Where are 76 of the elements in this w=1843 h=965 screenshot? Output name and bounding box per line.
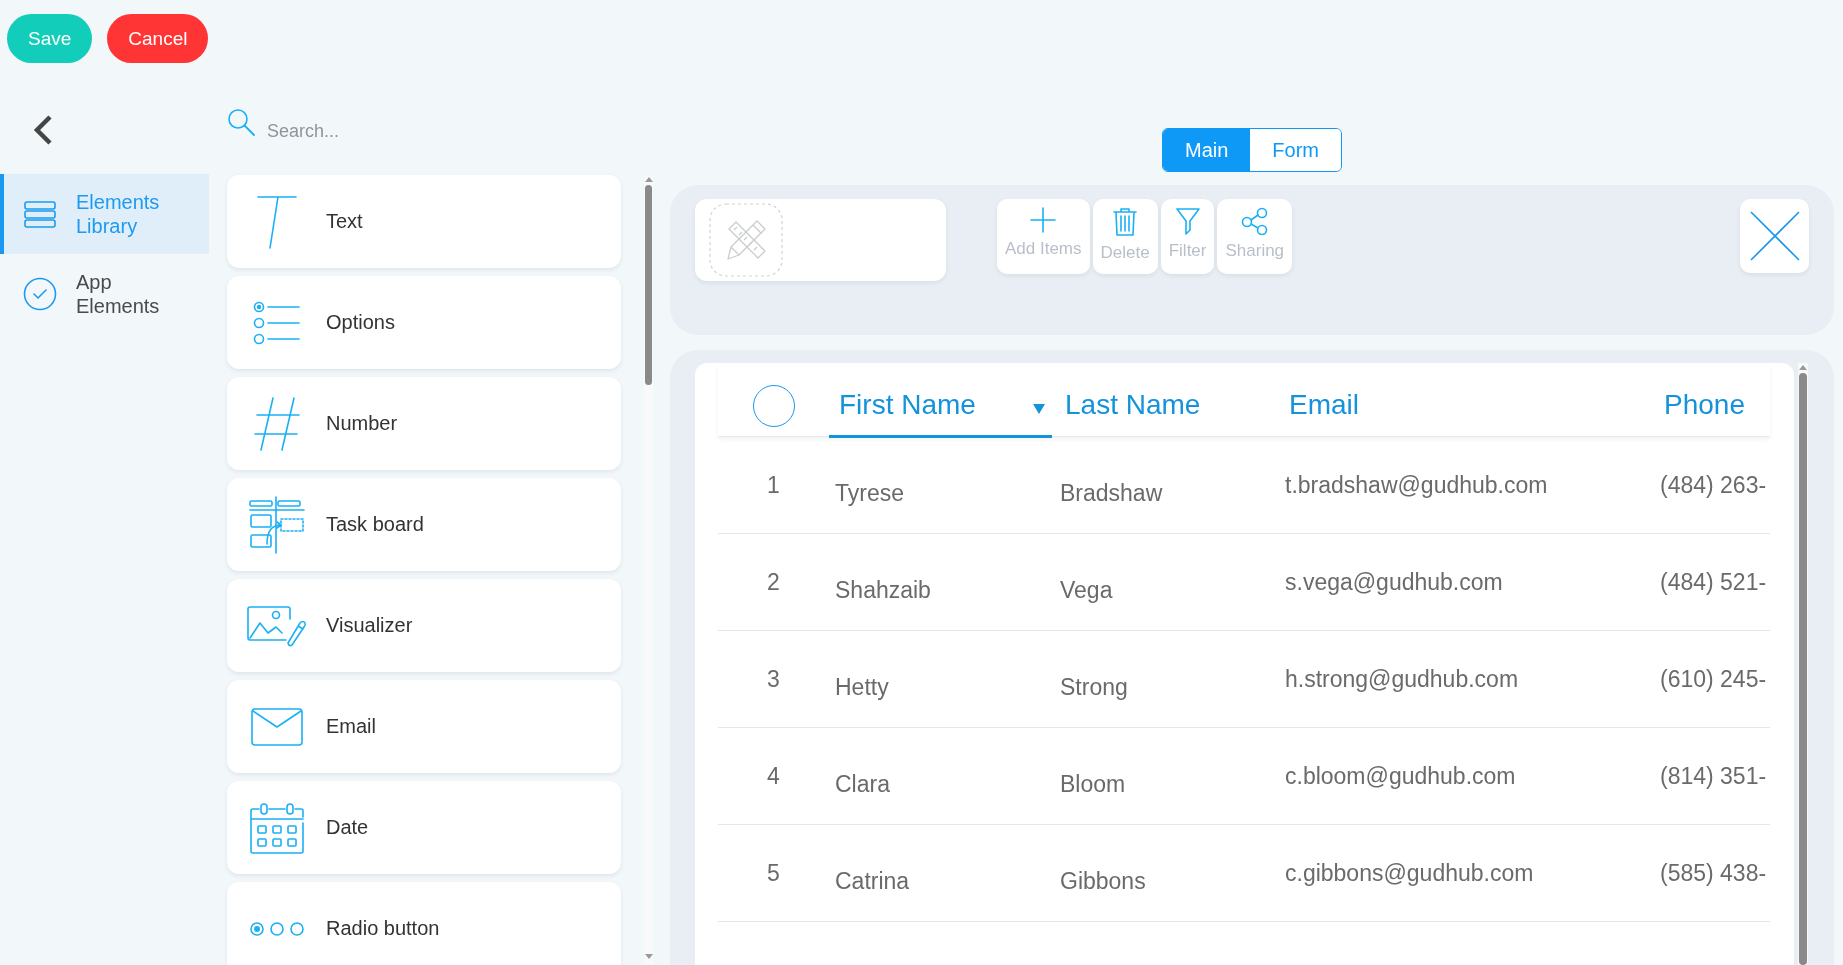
funnel-icon <box>1174 207 1201 235</box>
close-button[interactable] <box>1740 199 1809 273</box>
element-item[interactable]: Options <box>227 276 621 369</box>
table-cell-text: t.bradshaw@gudhub.com <box>1284 470 1549 500</box>
table-cell-text: Strong <box>1059 672 1129 702</box>
chevron-left-icon <box>33 115 53 145</box>
table-cell-text: Hetty <box>834 672 890 702</box>
column-header[interactable]: First Name <box>829 363 1052 438</box>
sort-caret-icon <box>1033 404 1045 414</box>
table-cell-text: c.gibbons@gudhub.com <box>1284 858 1535 888</box>
element-item[interactable]: Radio button <box>227 882 621 965</box>
select-all-checkbox[interactable] <box>752 384 795 427</box>
table-cell-text: Bloom <box>1059 769 1127 799</box>
check-circle-icon <box>23 277 57 311</box>
row-number: 1 <box>766 470 781 500</box>
scrollbar-thumb[interactable] <box>1799 373 1807 965</box>
search-field[interactable]: Search... <box>267 116 607 146</box>
table-row[interactable]: 4 Clara Bloom c.bloom@gudhub.com (814) 351- <box>718 728 1770 825</box>
element-item[interactable]: Visualizer <box>227 579 621 672</box>
view-tab[interactable]: Form <box>1250 129 1341 171</box>
view-tab[interactable]: Main <box>1163 129 1251 171</box>
stacked-bars-icon <box>24 200 56 228</box>
row-number: 3 <box>766 664 781 694</box>
back-button[interactable] <box>32 114 54 146</box>
table-cell-text: (610) 245- <box>1659 664 1768 694</box>
sidebar-item[interactable]: App Elements <box>0 254 209 334</box>
cancel-button[interactable]: Cancel <box>107 14 209 63</box>
column-header[interactable]: Email <box>1277 363 1650 438</box>
image-pencil-icon <box>245 604 308 647</box>
scrollbar[interactable] <box>644 175 653 965</box>
plus-icon <box>1030 207 1057 233</box>
table-cell-text: Catrina <box>834 866 911 896</box>
table-row[interactable]: 5 Catrina Gibbons c.gibbons@gudhub.com (585) 438- <box>718 825 1770 922</box>
scrollbar[interactable] <box>1798 363 1808 965</box>
table-cell-text: (484) 263- <box>1659 470 1768 500</box>
trash-icon <box>1112 207 1139 237</box>
list-options-icon <box>252 300 301 345</box>
row-number: 5 <box>766 858 781 888</box>
row-number: 2 <box>766 567 781 597</box>
table-cell-text: Gibbons <box>1059 866 1147 896</box>
scroll-up-arrow-icon[interactable] <box>644 177 653 182</box>
table-row[interactable]: 2 Shahzaib Vega s.vega@gudhub.com (484) 521- <box>718 534 1770 631</box>
task-board-icon <box>247 495 306 554</box>
letter-t-icon <box>255 193 298 250</box>
element-item[interactable]: Date <box>227 781 621 874</box>
table-cell-text: Clara <box>834 769 891 799</box>
calendar-icon <box>248 800 305 855</box>
table-row[interactable]: 1 Tyrese Bradshaw t.bradshaw@gudhub.com (484) 263- <box>718 437 1770 534</box>
table-cell-text: c.bloom@gudhub.com <box>1284 761 1517 791</box>
table-row[interactable]: 3 Hetty Strong h.strong@gudhub.com (610) 245- <box>718 631 1770 728</box>
table-cell-text: h.strong@gudhub.com <box>1284 664 1520 694</box>
table-cell-text: (814) 351- <box>1659 761 1768 791</box>
table-cell-text: (484) 521- <box>1659 567 1768 597</box>
radio-circles-icon <box>248 920 305 937</box>
scrollbar-thumb[interactable] <box>645 185 652 385</box>
column-header[interactable]: Phone <box>1650 363 1770 438</box>
scroll-down-arrow-icon[interactable] <box>644 954 653 959</box>
envelope-icon <box>249 706 304 747</box>
table-cell-text: (585) 438- <box>1659 858 1768 888</box>
element-item[interactable]: Email <box>227 680 621 773</box>
table-cell-text: Vega <box>1059 575 1114 605</box>
element-item[interactable]: Task board <box>227 478 621 571</box>
close-icon <box>1749 211 1800 261</box>
table-cell-text: Bradshaw <box>1059 478 1164 508</box>
column-header[interactable]: Last Name <box>1052 363 1277 438</box>
search-icon <box>227 108 255 136</box>
scroll-up-arrow-icon[interactable] <box>1799 365 1807 370</box>
element-item[interactable]: Number <box>227 377 621 470</box>
table-cell-text: Shahzaib <box>834 575 932 605</box>
table-cell-text: Tyrese <box>834 478 906 508</box>
hash-icon <box>253 395 300 452</box>
share-icon <box>1240 207 1269 235</box>
element-item[interactable]: Text <box>227 175 621 268</box>
row-number: 4 <box>766 761 781 791</box>
pencil-ruler-icon[interactable] <box>709 203 783 277</box>
table-cell-text: s.vega@gudhub.com <box>1284 567 1504 597</box>
